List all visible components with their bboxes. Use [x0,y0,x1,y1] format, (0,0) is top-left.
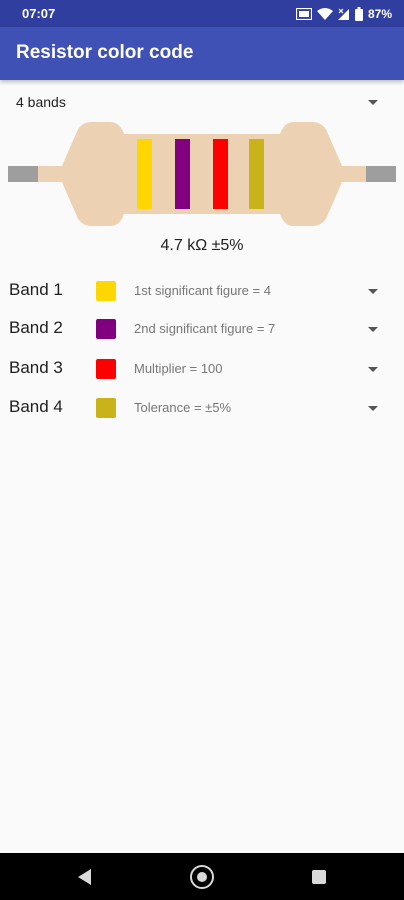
band-label: Band 2 [9,318,63,337]
battery-percent: 87% [367,7,392,21]
app-bar: Resistor color code [0,27,404,80]
home-icon[interactable] [190,865,214,889]
resistor-lead-right [364,166,396,182]
dropdown-arrow-icon [368,367,378,372]
resistor-band-1 [137,139,152,209]
resistor-band-3 [213,139,228,209]
recents-icon[interactable] [312,870,326,884]
resistance-value: 4.7 kΩ ±5% [160,237,244,254]
resistor-svg [8,122,396,226]
resistor-band-4 [249,139,264,209]
band-row-1[interactable]: Band 1 1st significant figure = 4 [0,273,404,309]
band-label: Band 1 [9,280,63,299]
status-bar: 07:07 87% [0,0,404,27]
sim-icon [295,8,312,20]
battery-icon [354,7,363,21]
status-icons: 87% [295,5,392,23]
dropdown-arrow-icon [368,327,378,332]
app-title: Resistor color code [16,42,194,63]
band-value-dropdown[interactable]: Multiplier = 100 [134,361,223,376]
signal-icon [337,8,349,20]
resistor-body [38,122,366,226]
band-count-dropdown[interactable]: 4 bands [0,84,404,120]
band-count-value: 4 bands [16,94,66,110]
dropdown-arrow-icon [368,406,378,411]
band-label: Band 4 [9,397,63,416]
band-color-swatch [96,359,116,379]
status-time: 07:07 [22,6,56,21]
resistor-band-2 [175,139,190,209]
navigation-bar [0,853,404,900]
wifi-icon [316,7,333,20]
band-row-2[interactable]: Band 2 2nd significant figure = 7 [0,311,404,347]
band-color-swatch [96,281,116,301]
resistor-illustration [0,118,404,230]
band-color-swatch [96,319,116,339]
band-value-dropdown[interactable]: Tolerance = ±5% [134,400,231,415]
band-row-3[interactable]: Band 3 Multiplier = 100 [0,351,404,387]
band-row-4[interactable]: Band 4 Tolerance = ±5% [0,390,404,426]
band-value-dropdown[interactable]: 2nd significant figure = 7 [134,321,275,336]
band-label: Band 3 [9,358,63,377]
dropdown-arrow-icon [368,100,378,105]
band-color-swatch [96,398,116,418]
back-icon[interactable] [78,869,91,885]
dropdown-arrow-icon [368,289,378,294]
band-value-dropdown[interactable]: 1st significant figure = 4 [134,283,271,298]
resistor-lead-left [8,166,40,182]
home-dot [197,872,207,882]
